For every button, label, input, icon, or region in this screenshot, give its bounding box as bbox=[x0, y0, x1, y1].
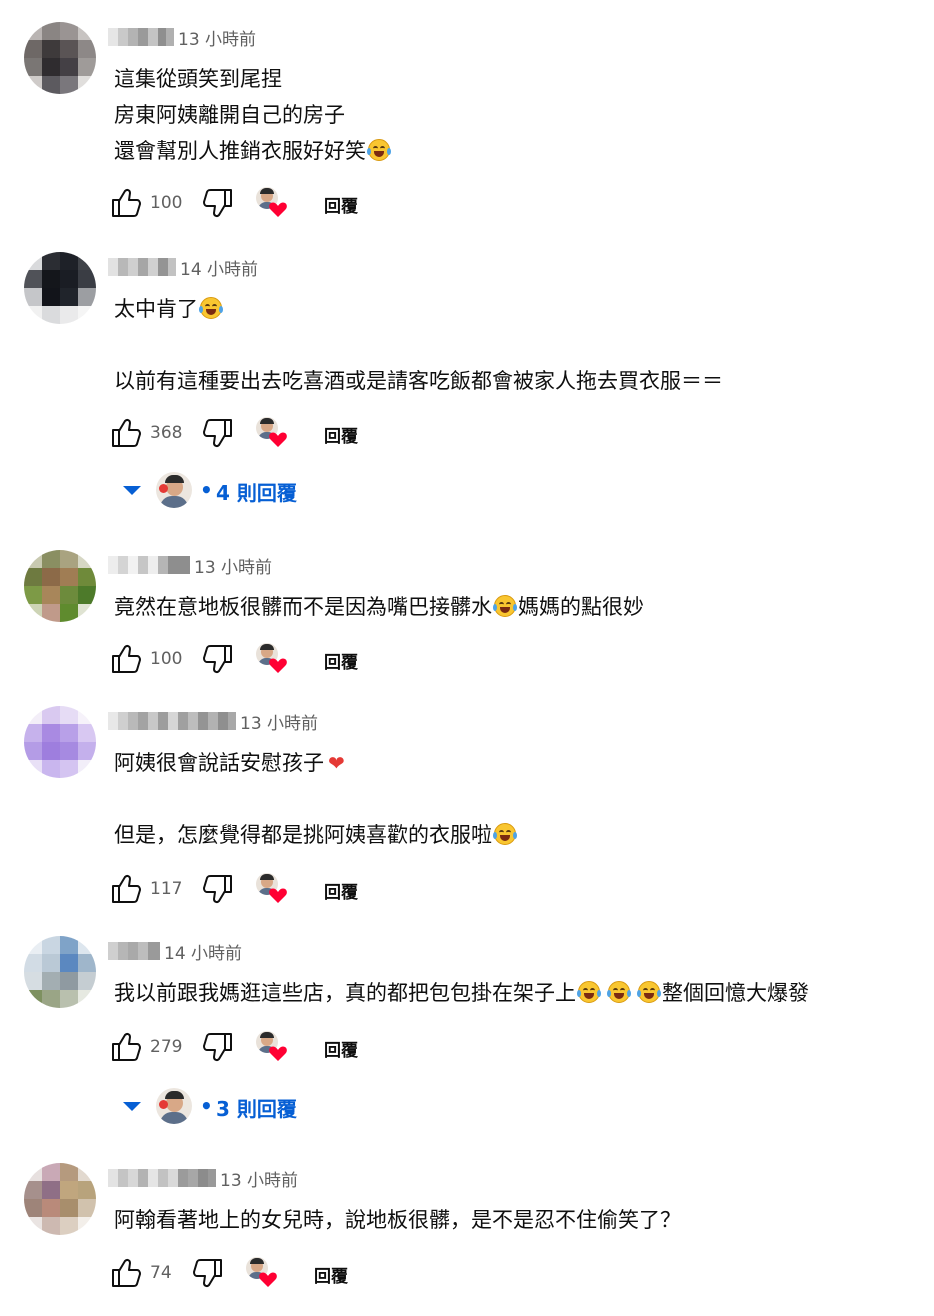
reply-button[interactable]: 回覆 bbox=[324, 422, 358, 447]
thumb-up-icon[interactable] bbox=[108, 415, 144, 451]
replies-count-label[interactable]: 3 則回覆 bbox=[216, 1093, 297, 1122]
action-toolbar: 368 回覆 bbox=[108, 415, 808, 451]
view-replies-button[interactable]: • 4 則回覆 bbox=[120, 470, 420, 510]
author-name-blurred[interactable] bbox=[108, 942, 160, 960]
creator-heart-badge bbox=[246, 1257, 280, 1291]
face-with-tears-of-joy-emoji bbox=[367, 139, 391, 161]
separator-dot: • bbox=[200, 478, 213, 502]
like-count: 117 bbox=[150, 879, 183, 899]
action-toolbar: 279 回覆 bbox=[108, 1029, 808, 1065]
author-name-blurred[interactable] bbox=[108, 28, 174, 46]
reply-button[interactable]: 回覆 bbox=[324, 1036, 358, 1061]
comment-line: 竟然在意地板很髒而不是因為嘴巴接髒水 媽媽的點很妙 bbox=[114, 595, 644, 619]
creator-heart-icon bbox=[269, 658, 287, 673]
creator-avatar bbox=[156, 1088, 192, 1124]
thumb-up-icon[interactable] bbox=[108, 1029, 144, 1065]
action-toolbar: 74 回覆 bbox=[108, 1255, 808, 1291]
avatar[interactable] bbox=[24, 550, 96, 622]
creator-heart-badge bbox=[256, 187, 290, 221]
thumb-down-icon[interactable] bbox=[200, 871, 236, 907]
author-row: 14 小時前 bbox=[108, 254, 258, 280]
action-toolbar: 100 回覆 bbox=[108, 185, 808, 221]
face-with-tears-of-joy-emoji bbox=[637, 981, 661, 1003]
face-with-tears-of-joy-emoji bbox=[607, 981, 631, 1003]
separator-dot: • bbox=[200, 1094, 213, 1118]
author-name-blurred[interactable] bbox=[108, 258, 176, 276]
replies-count-label[interactable]: 4 則回覆 bbox=[216, 477, 297, 506]
comment-line: 阿姨很會說話安慰孩子 ❤ bbox=[114, 748, 345, 778]
like-count: 100 bbox=[150, 649, 183, 669]
comment-line: 還會幫別人推銷衣服好好笑 bbox=[114, 136, 392, 166]
author-name-blurred[interactable] bbox=[108, 712, 236, 730]
creator-heart-icon bbox=[259, 1272, 277, 1287]
thumb-down-icon[interactable] bbox=[200, 185, 236, 221]
like-count: 368 bbox=[150, 423, 183, 443]
creator-heart-icon bbox=[269, 202, 287, 217]
author-row: 13 小時前 bbox=[108, 552, 272, 578]
face-with-tears-of-joy-emoji bbox=[493, 595, 517, 617]
thumb-up-icon[interactable] bbox=[108, 641, 144, 677]
comment-line: 太中肯了 bbox=[114, 294, 224, 324]
timestamp[interactable]: 13 小時前 bbox=[220, 1166, 298, 1191]
like-count: 74 bbox=[150, 1263, 172, 1283]
red-heart-emoji: ❤ bbox=[328, 751, 345, 775]
face-with-tears-of-joy-emoji bbox=[577, 981, 601, 1003]
creator-avatar bbox=[156, 472, 192, 508]
author-row: 13 小時前 bbox=[108, 1165, 298, 1191]
reply-button[interactable]: 回覆 bbox=[324, 878, 358, 903]
comment-line: 阿翰看著地上的女兒時，說地板很髒，是不是忍不住偷笑了？ bbox=[114, 1208, 681, 1232]
avatar[interactable] bbox=[24, 252, 96, 324]
comment-line: 這集從頭笑到尾捏 bbox=[114, 67, 282, 91]
author-row: 13 小時前 bbox=[108, 24, 256, 50]
comment-line: 以前有這種要出去吃喜酒或是請客吃飯都會被家人拖去買衣服＝＝ bbox=[114, 369, 723, 393]
author-row: 13 小時前 bbox=[108, 708, 318, 734]
thumb-down-icon[interactable] bbox=[200, 415, 236, 451]
comment-line: 我以前跟我媽逛這些店，真的都把包包掛在架子上 整個回憶大爆發 bbox=[114, 981, 809, 1005]
creator-heart-badge bbox=[256, 1031, 290, 1065]
creator-heart-badge bbox=[256, 417, 290, 451]
reply-button[interactable]: 回覆 bbox=[314, 1262, 348, 1287]
timestamp[interactable]: 13 小時前 bbox=[178, 25, 256, 50]
avatar[interactable] bbox=[24, 706, 96, 778]
thumb-up-icon[interactable] bbox=[108, 871, 144, 907]
reply-button[interactable]: 回覆 bbox=[324, 648, 358, 673]
view-replies-button[interactable]: • 3 則回覆 bbox=[120, 1086, 420, 1126]
action-toolbar: 100 回覆 bbox=[108, 641, 808, 677]
thumb-down-icon[interactable] bbox=[200, 641, 236, 677]
comment-line: 但是，怎麼覺得都是挑阿姨喜歡的衣服啦 bbox=[114, 820, 518, 850]
creator-heart-icon bbox=[269, 432, 287, 447]
face-with-tears-of-joy-emoji bbox=[199, 297, 223, 319]
thumb-down-icon[interactable] bbox=[190, 1255, 226, 1291]
action-toolbar: 117 回覆 bbox=[108, 871, 808, 907]
author-row: 14 小時前 bbox=[108, 938, 242, 964]
like-count: 100 bbox=[150, 193, 183, 213]
reply-button[interactable]: 回覆 bbox=[324, 192, 358, 217]
thumb-down-icon[interactable] bbox=[200, 1029, 236, 1065]
creator-heart-badge bbox=[256, 873, 290, 907]
timestamp[interactable]: 13 小時前 bbox=[194, 553, 272, 578]
creator-heart-icon bbox=[269, 888, 287, 903]
chevron-down-icon bbox=[123, 1102, 141, 1111]
creator-heart-badge bbox=[256, 643, 290, 677]
timestamp[interactable]: 14 小時前 bbox=[180, 255, 258, 280]
timestamp[interactable]: 13 小時前 bbox=[240, 709, 318, 734]
face-with-tears-of-joy-emoji bbox=[493, 823, 517, 845]
timestamp[interactable]: 14 小時前 bbox=[164, 939, 242, 964]
creator-heart-icon bbox=[269, 1046, 287, 1061]
author-name-blurred[interactable] bbox=[108, 556, 190, 574]
like-count: 279 bbox=[150, 1037, 183, 1057]
avatar[interactable] bbox=[24, 1163, 96, 1235]
avatar[interactable] bbox=[24, 936, 96, 1008]
chevron-down-icon bbox=[123, 486, 141, 495]
thumb-up-icon[interactable] bbox=[108, 1255, 144, 1291]
comment-line: 房東阿姨離開自己的房子 bbox=[114, 103, 345, 127]
author-name-blurred[interactable] bbox=[108, 1169, 216, 1187]
thumb-up-icon[interactable] bbox=[108, 185, 144, 221]
avatar[interactable] bbox=[24, 22, 96, 94]
